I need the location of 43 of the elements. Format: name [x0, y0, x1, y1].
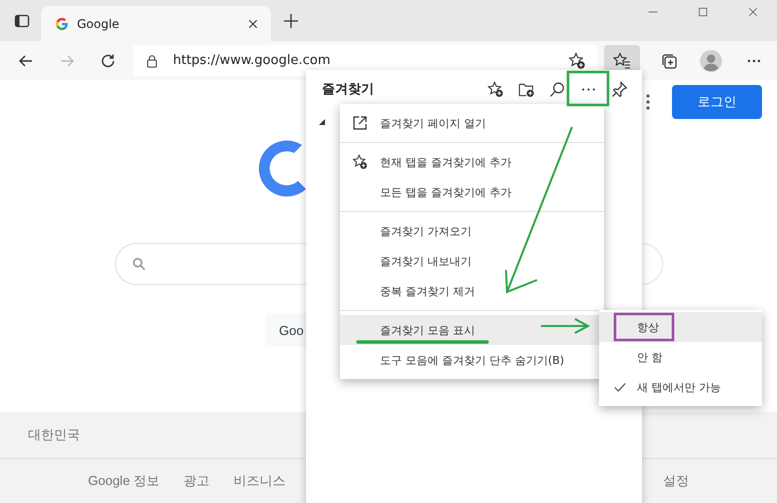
pin-icon[interactable]: [611, 80, 628, 98]
footer-link[interactable]: 광고: [184, 472, 210, 490]
footer-link[interactable]: 설정: [663, 472, 689, 490]
menu-item[interactable]: 즐겨찾기 페이지 열기: [340, 108, 604, 138]
country-label: 대한민국: [28, 427, 80, 444]
menu-item[interactable]: 즐겨찾기 가져오기: [340, 216, 604, 246]
search-icon: [132, 257, 146, 271]
close-icon[interactable]: [247, 18, 259, 30]
menu-item[interactable]: 모든 탭을 즐겨찾기에 추가: [340, 177, 604, 207]
new-tab-icon[interactable]: [283, 13, 299, 29]
add-favorite-icon: [352, 154, 368, 170]
submenu-item[interactable]: 새 탭에서만 가능: [599, 372, 762, 402]
google-favicon-icon: [55, 16, 69, 30]
highlight-box: [614, 312, 674, 342]
footer-link[interactable]: 비즈니스: [234, 472, 286, 490]
close-icon[interactable]: [747, 6, 759, 18]
back-icon[interactable]: [18, 52, 34, 68]
submenu-item[interactable]: 항상: [599, 312, 762, 342]
lock-icon: [145, 54, 159, 68]
search-icon[interactable]: [549, 80, 566, 98]
tab-actions-icon[interactable]: [14, 13, 30, 29]
profile-avatar-icon[interactable]: [700, 50, 722, 72]
arrow: [541, 318, 590, 334]
add-favorite-icon[interactable]: [487, 80, 504, 98]
url-text: https://www.google.com: [173, 53, 332, 68]
collections-icon[interactable]: [660, 52, 678, 70]
panel-title: 즐겨찾기: [322, 81, 375, 98]
menu-item[interactable]: 현재 탭을 즐겨찾기에 추가: [340, 147, 604, 177]
open-external-icon: [352, 115, 368, 131]
menu-item[interactable]: 즐겨찾기 내보내기: [340, 246, 604, 276]
apps-icon[interactable]: [646, 93, 650, 111]
favorites-icon: [613, 52, 631, 70]
tab-title: Google: [77, 16, 120, 30]
browser-tab[interactable]: Google: [41, 6, 271, 41]
expand-triangle-icon[interactable]: [318, 118, 326, 126]
menu-item[interactable]: 중복 즐겨찾기 제거: [340, 276, 604, 306]
footer-link[interactable]: Google 정보: [88, 472, 160, 490]
highlight-box: [566, 70, 610, 106]
add-favorite-icon[interactable]: [568, 52, 586, 70]
login-button[interactable]: 로그인: [672, 85, 762, 119]
submenu-item[interactable]: 안 함: [599, 342, 762, 372]
maximize-icon[interactable]: [697, 6, 709, 18]
refresh-icon[interactable]: [100, 52, 116, 68]
